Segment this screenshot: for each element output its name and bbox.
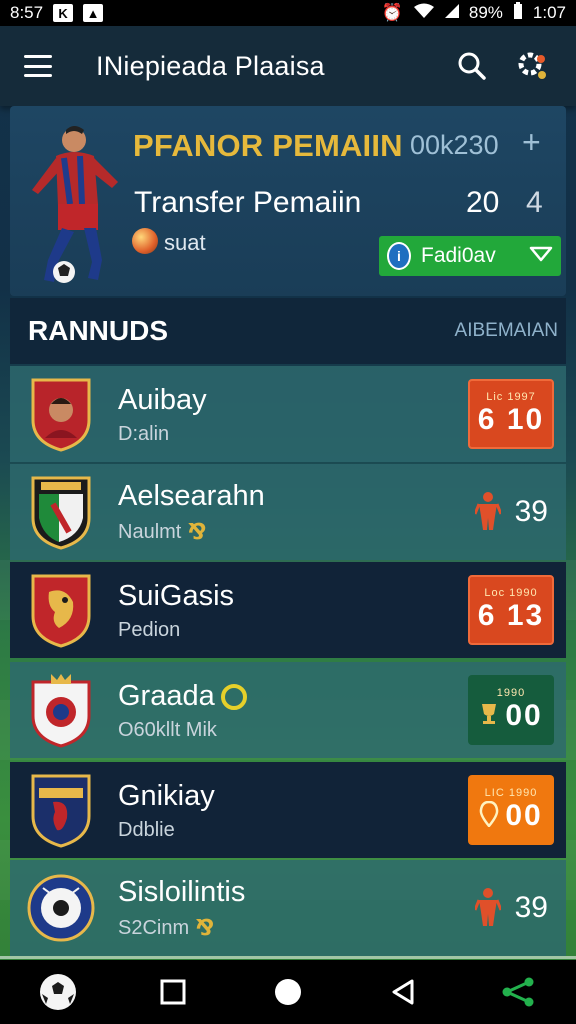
club-subtitle: D:alin (118, 422, 170, 445)
score-badge-caption: Lic 1997 (486, 391, 536, 403)
club-name: Gnikiay (118, 779, 215, 812)
score-badge-caption: Loc 1990 (484, 587, 538, 599)
dropdown-selected-value: Fadi0av (421, 244, 496, 267)
list-item[interactable]: Sisloilintis S2Cinm ⅋ 39 (10, 860, 566, 956)
club-name: Graada (118, 679, 215, 712)
club-crest-icon (26, 571, 96, 649)
notification-icon: K (53, 4, 74, 22)
alarm-icon: ⏰ (381, 3, 403, 22)
club-crest-icon (26, 771, 96, 849)
status-bar: 8:57 K ▲ ⏰ 89% 1:07 (0, 0, 576, 26)
system-nav-bar (0, 960, 576, 1024)
hero-status: suat (164, 230, 206, 255)
section-header: RANNUDS AIBEMAIAN (10, 298, 566, 364)
player-icon (473, 490, 503, 535)
app-title: INiepieada Plaaisa (96, 50, 325, 81)
club-subtitle: S2Cinm (118, 916, 190, 939)
menu-icon[interactable] (24, 55, 52, 77)
trophy-icon (479, 702, 499, 731)
score-badge: Loc 1990 6 13 (468, 575, 554, 645)
location-pin-icon (479, 800, 499, 832)
score-badge: 1990 00 (468, 675, 554, 745)
score-value: 6 13 (477, 599, 545, 632)
list-item[interactable]: Aelsearahn Naulmt ⅋ 39 (10, 464, 566, 560)
club-subtitle: Naulmt (118, 520, 182, 543)
hero-number-b: 4 (526, 186, 543, 219)
club-crest-icon (26, 869, 96, 947)
club-subtitle: Pedion (118, 618, 181, 641)
search-icon[interactable] (452, 46, 492, 86)
list-item[interactable]: Auibay D:alin Lic 1997 6 10 (10, 366, 566, 462)
club-crest-icon (26, 473, 96, 551)
score-badge: Lic 1997 6 10 (468, 379, 554, 449)
share-icon[interactable] (494, 968, 542, 1016)
trophy-mark-icon: ⅋ (195, 915, 215, 940)
info-icon: i (387, 242, 411, 270)
club-name: Sisloilintis (118, 876, 246, 908)
back-icon[interactable] (379, 968, 427, 1016)
app-bar: INiepieada Plaaisa (0, 26, 576, 106)
featured-player-card[interactable]: PFANOR PEMAIIN 00k230 + Transfer Pemaiin… (10, 106, 566, 296)
score-value: 6 10 (477, 403, 545, 436)
settings-gear-icon[interactable] (512, 46, 552, 86)
status-time-right: 1:07 (532, 3, 566, 22)
club-name: Auibay (118, 383, 207, 416)
list-item[interactable]: SuiGasis Pedion Loc 1990 6 13 (10, 562, 566, 658)
battery-level: 89% (468, 3, 503, 22)
score-badge: LIC 1990 00 (468, 775, 554, 845)
home-icon[interactable] (264, 968, 312, 1016)
hero-subtitle: Transfer Pemaiin (134, 186, 362, 219)
favorite-ring-icon (220, 683, 247, 710)
section-title: RANNUDS (28, 315, 168, 346)
ball-icon (132, 228, 158, 254)
score-value: 39 (514, 495, 548, 528)
club-crest-icon (26, 375, 96, 453)
soccer-ball-icon[interactable] (34, 968, 82, 1016)
player-image (18, 120, 128, 290)
wifi-icon (413, 3, 435, 24)
status-time-left: 8:57 (10, 3, 44, 22)
chevron-down-icon (529, 245, 553, 268)
hero-number-a: 20 (466, 186, 500, 219)
add-button[interactable]: + (522, 124, 541, 161)
club-name: SuiGasis (118, 579, 235, 612)
score-badge-caption: LIC 1990 (484, 787, 538, 799)
battery-icon (513, 1, 523, 25)
club-subtitle: Ddblie (118, 818, 175, 841)
hero-heading: PFANOR PEMAIIN (133, 128, 403, 163)
score-badge-caption: 1990 (496, 687, 526, 699)
club-subtitle: O60kllt Mik (118, 718, 217, 741)
image-notification-icon: ▲ (83, 4, 104, 22)
position-dropdown[interactable]: i Fadi0av (379, 236, 561, 276)
signal-icon (444, 3, 459, 23)
section-see-all-link[interactable]: AIBEMAIAN (455, 320, 558, 342)
hero-code: 00k230 (410, 130, 499, 160)
score-value: 00 (505, 699, 543, 732)
list-item[interactable]: Graada O60kllt Mik 1990 00 (10, 662, 566, 758)
trophy-mark-icon: ⅋ (187, 519, 207, 544)
score-value: 00 (505, 799, 543, 832)
club-crest-icon (26, 671, 96, 749)
player-icon (473, 886, 503, 931)
club-name: Aelsearahn (118, 480, 265, 512)
list-item[interactable]: Gnikiay Ddblie LIC 1990 00 (10, 762, 566, 858)
recent-apps-icon[interactable] (149, 968, 197, 1016)
score-value: 39 (514, 891, 548, 924)
